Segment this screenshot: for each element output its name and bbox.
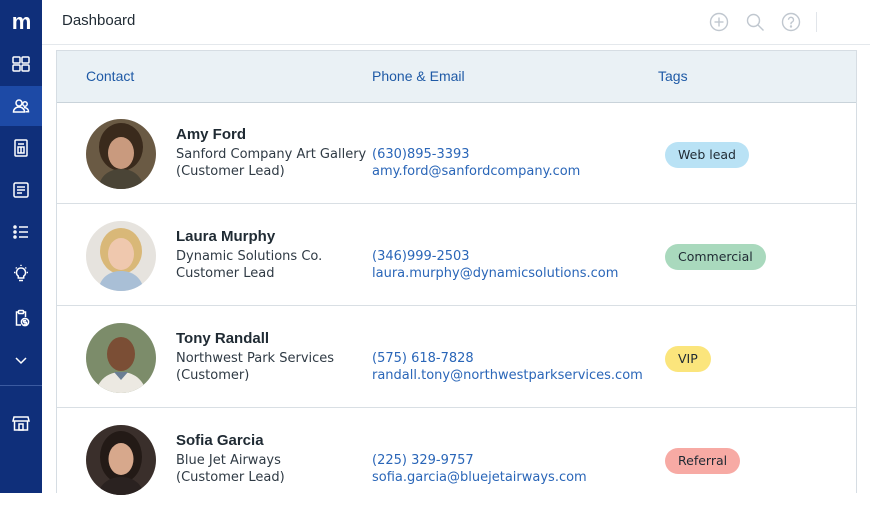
contact-name[interactable]: Amy Ford [176, 126, 246, 143]
column-header-tags[interactable]: Tags [658, 68, 688, 84]
tag-badge[interactable]: Referral [665, 448, 741, 474]
contact-status: (Customer) [176, 368, 250, 383]
contact-company: Blue Jet Airways [176, 453, 281, 468]
sidebar: m [0, 0, 42, 493]
contact-phone[interactable]: (630)895-3393 [372, 146, 470, 163]
contact-name[interactable]: Sofia Garcia [176, 432, 264, 449]
top-header: Dashboard [42, 0, 870, 45]
sidebar-item-invoices[interactable] [0, 128, 42, 168]
app-logo[interactable]: m [0, 0, 42, 44]
contact-status: (Customer Lead) [176, 470, 285, 485]
contact-name[interactable]: Tony Randall [176, 330, 269, 347]
sidebar-item-billing[interactable] [0, 298, 42, 338]
billing-clipboard-icon [15, 309, 30, 327]
avatar [86, 425, 156, 495]
table-row[interactable]: Sofia Garcia Blue Jet Airways (Customer … [57, 408, 856, 509]
contact-phone[interactable]: (225) 329-9757 [372, 452, 474, 469]
header-separator [816, 12, 817, 32]
contacts-table: Contact Phone & Email Tags Amy Ford Sanf… [56, 50, 857, 495]
table-row[interactable]: Tony Randall Northwest Park Services (Cu… [57, 306, 856, 408]
notes-icon [13, 182, 29, 198]
contact-status: (Customer Lead) [176, 164, 285, 179]
sidebar-item-store[interactable] [0, 403, 42, 443]
sidebar-item-notes[interactable] [0, 170, 42, 210]
sidebar-item-dashboard[interactable] [0, 44, 42, 84]
contact-status: Customer Lead [176, 266, 275, 281]
storefront-icon [12, 416, 30, 431]
column-header-contact[interactable]: Contact [86, 68, 134, 84]
column-header-phone-email[interactable]: Phone & Email [372, 68, 465, 84]
contact-company: Sanford Company Art Gallery [176, 147, 367, 162]
sidebar-item-tasks[interactable] [0, 212, 42, 252]
contact-name[interactable]: Laura Murphy [176, 228, 275, 245]
list-icon [13, 225, 28, 239]
table-row[interactable]: Amy Ford Sanford Company Art Gallery (Cu… [57, 102, 856, 204]
sidebar-divider [0, 385, 42, 386]
contact-email[interactable]: amy.ford@sanfordcompany.com [372, 163, 580, 180]
chevron-down-icon [15, 357, 27, 365]
page-title: Dashboard [62, 12, 136, 29]
sidebar-expand-button[interactable] [0, 340, 42, 380]
contact-email[interactable]: randall.tony@northwestparkservices.com [372, 367, 643, 384]
lightbulb-icon [14, 264, 28, 282]
contact-email[interactable]: sofia.garcia@bluejetairways.com [372, 469, 587, 486]
sidebar-item-contacts[interactable] [0, 86, 42, 126]
contact-company: Northwest Park Services [176, 351, 335, 366]
contact-phone[interactable]: (346)999-2503 [372, 248, 470, 265]
contacts-icon [12, 99, 30, 113]
search-icon [746, 13, 764, 31]
search-button[interactable] [745, 12, 765, 32]
avatar [86, 221, 156, 291]
sidebar-item-ideas[interactable] [0, 254, 42, 294]
contact-company: Dynamic Solutions Co. [176, 249, 323, 264]
tag-badge[interactable]: VIP [665, 346, 711, 372]
add-button[interactable] [709, 12, 729, 32]
avatar [86, 323, 156, 393]
help-button[interactable] [781, 12, 801, 32]
table-header: Contact Phone & Email Tags [57, 50, 856, 103]
invoice-icon [14, 139, 28, 157]
tag-badge[interactable]: Web lead [665, 142, 749, 168]
tag-badge[interactable]: Commercial [665, 244, 766, 270]
avatar [86, 119, 156, 189]
table-row[interactable]: Laura Murphy Dynamic Solutions Co. Custo… [57, 204, 856, 306]
contact-email[interactable]: laura.murphy@dynamicsolutions.com [372, 265, 618, 282]
dashboard-grid-icon [12, 56, 30, 72]
help-icon [781, 12, 801, 32]
contact-phone[interactable]: (575) 618-7828 [372, 350, 474, 367]
add-circle-icon [709, 12, 729, 32]
